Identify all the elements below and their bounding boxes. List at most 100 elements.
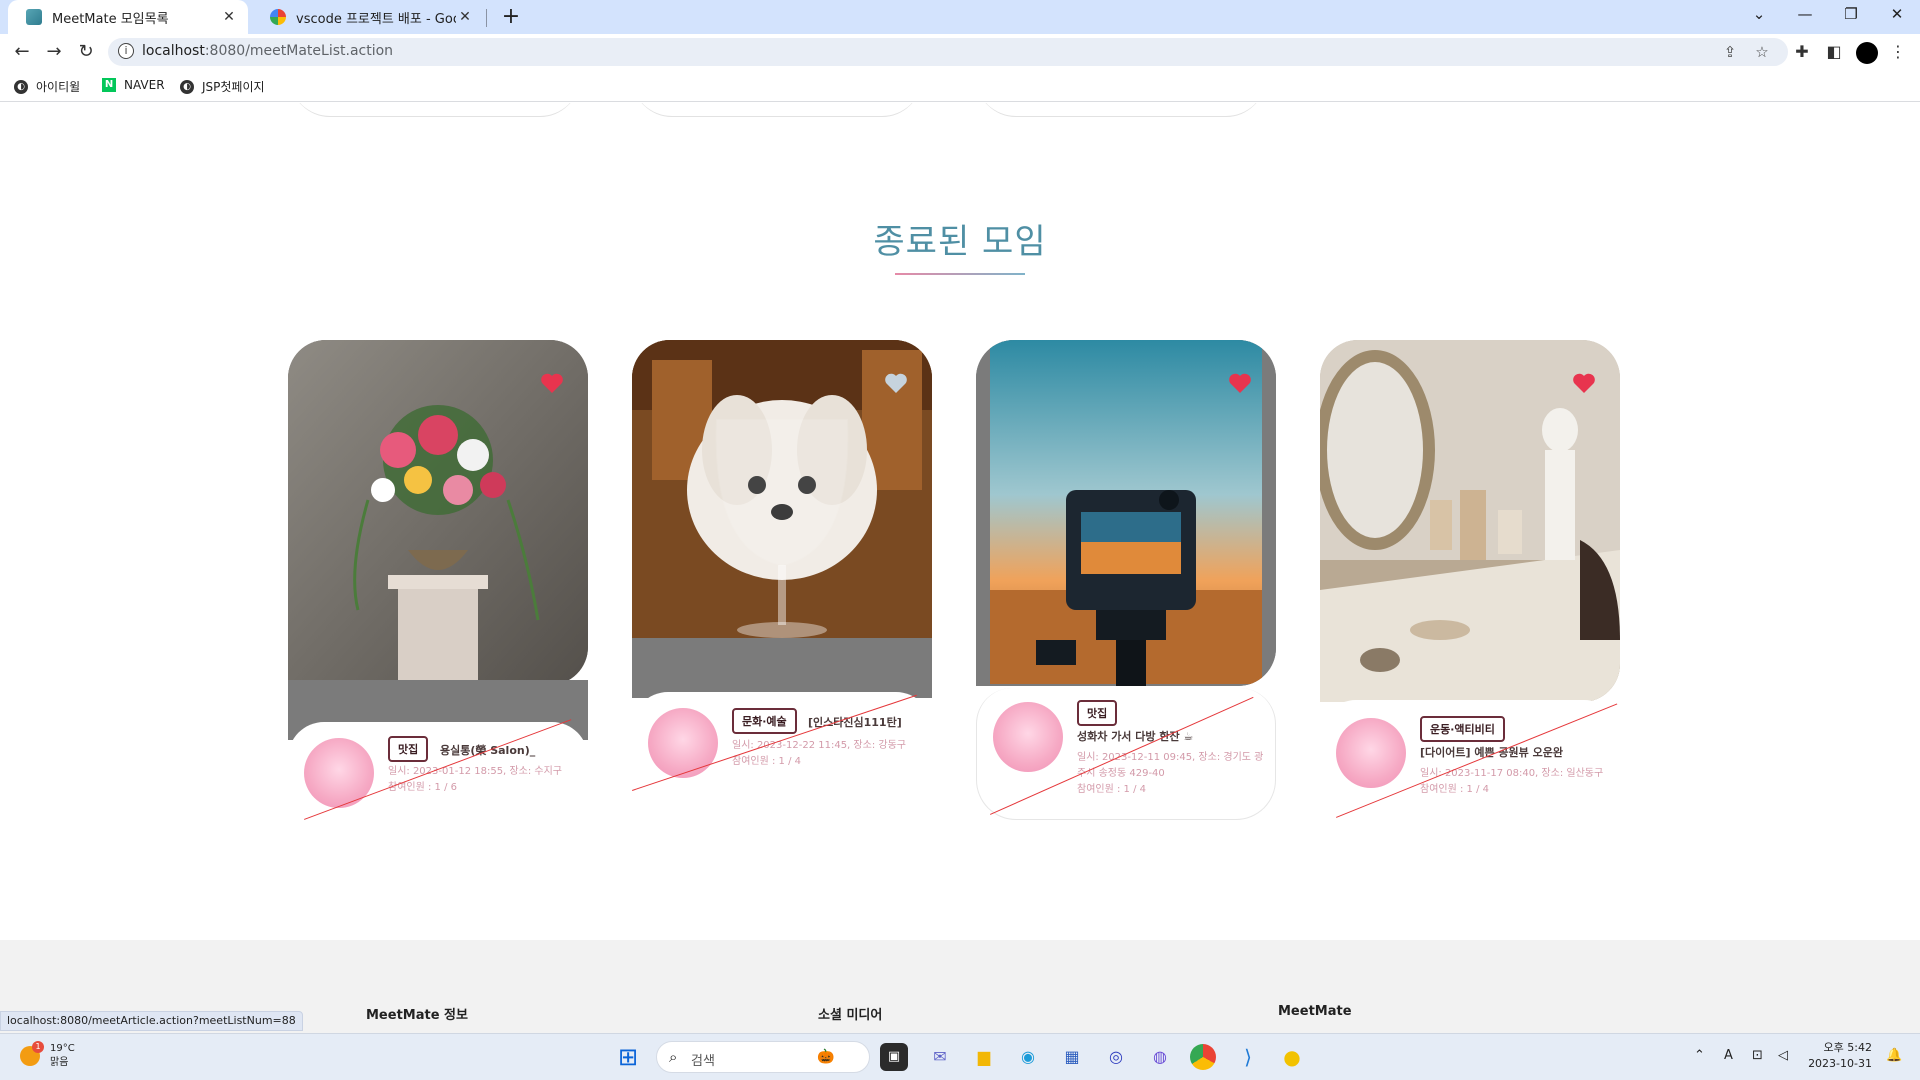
card-info: 맛집 용실통(榮 Salon)_ 일시: 2023-01-12 18:55, 장… [288,722,588,842]
meeting-place-continued: 주시 송정동 429-40 [1077,768,1165,779]
previous-card-edge [976,103,1266,117]
edge-icon[interactable]: ◉ [1014,1043,1042,1071]
favorite-heart-icon[interactable] [1572,372,1596,394]
search-placeholder: 검색 [691,1054,715,1069]
category-badge: 운동·액티비티 [1420,716,1505,742]
previous-card-edge [632,103,922,117]
globe-icon: ◐ [180,79,194,94]
share-icon[interactable]: ⇪ [1720,42,1740,62]
favorite-heart-icon[interactable] [1228,372,1252,394]
clock-time: 오후 5:42 [1823,1041,1872,1054]
copilot-app-icon[interactable]: ◎ [1102,1043,1130,1071]
forward-icon[interactable]: → [42,40,66,64]
notification-bell-icon[interactable]: 🔔 [1886,1048,1902,1063]
tab-meetmate[interactable]: MeetMate 모임목록 ✕ [8,0,248,34]
bookmark-itwill[interactable]: ◐ 아이티윌 [14,78,80,95]
site-info-icon[interactable]: i [118,43,134,59]
meeting-card[interactable]: 문화·예술 [인스타진심111탄] 일시: 2023-12-22 11:45, … [632,340,932,812]
close-window-icon[interactable]: ✕ [1874,0,1920,30]
windows-taskbar: 1 19°C 맑음 ⊞ ⌕ 검색 🎃 ▣ ✉ ▆ ◉ ▦ ◎ ◍ ⟩ ● ⌃ A… [0,1033,1920,1080]
extensions-icon[interactable]: ✚ [1790,40,1814,64]
meeting-card[interactable]: 맛집 성화차 가서 다방 한잔 ☕ 일시: 2023-12-11 09:45, … [976,340,1276,820]
start-windows-icon[interactable]: ⊞ [614,1043,642,1071]
favorite-heart-icon[interactable] [540,372,564,394]
input-language-indicator[interactable]: A [1724,1048,1733,1063]
tab-search-chevron-icon[interactable]: ⌄ [1736,0,1782,30]
close-tab-icon[interactable]: ✕ [456,9,474,25]
bookmark-label: 아이티윌 [36,80,81,94]
search-icon: ⌕ [669,1048,678,1066]
previous-card-edge [290,103,580,117]
meetmate-favicon-icon [26,9,42,25]
category-badge: 맛집 [1077,700,1118,726]
avatar [993,702,1063,772]
network-icon[interactable]: ⊡ [1752,1048,1763,1063]
meeting-participants: 참여인원 : 1 / 6 [388,782,457,793]
task-view-icon[interactable]: ▣ [880,1043,908,1071]
meeting-card[interactable]: 맛집 용실통(榮 Salon)_ 일시: 2023-01-12 18:55, 장… [288,340,588,842]
vscode-icon[interactable]: ⟩ [1234,1043,1262,1071]
weather-temp: 19°C [50,1043,75,1054]
taskbar-clock[interactable]: 오후 5:42 2023-10-31 [1806,1040,1872,1072]
store-icon[interactable]: ▦ [1058,1043,1086,1071]
card-band [632,638,932,698]
teams-chat-icon[interactable]: ✉ [926,1043,954,1071]
back-icon[interactable]: ← [10,40,34,64]
card-info: 운동·액티비티 [다이어트] 예쁜 공원뷰 오운완 일시: 2023-11-17… [1320,700,1620,820]
footer-heading-social: 소셜 미디어 [818,1008,883,1023]
search-highlight-icon: 🎃 [817,1049,835,1065]
side-panel-icon[interactable]: ◧ [1822,40,1846,64]
bookmark-label: JSP첫페이지 [202,80,265,94]
title-underline [895,273,1025,275]
file-explorer-icon[interactable]: ▆ [970,1043,998,1071]
tab-title: vscode 프로젝트 배포 - Google [296,11,456,27]
bookmark-star-icon[interactable]: ☆ [1752,42,1772,62]
meeting-datetime-place: 일시: 2023-11-17 08:40, 장소: 일산동구 [1420,768,1604,779]
volume-icon[interactable]: ◁ [1778,1048,1788,1063]
meeting-datetime-place: 일시: 2023-12-22 11:45, 장소: 강동구 [732,740,906,751]
restore-icon[interactable]: ❐ [1828,0,1874,30]
bookmark-naver[interactable]: N NAVER [102,78,165,92]
address-bar[interactable]: i localhost:8080/meetMateList.action ⇪ ☆ [108,38,1788,66]
minimize-icon[interactable]: — [1782,0,1828,30]
bookmark-jsp[interactable]: ◐ JSP첫페이지 [180,78,265,95]
bookmark-label: NAVER [124,78,165,92]
reload-icon[interactable]: ↻ [74,40,98,64]
weather-condition: 맑음 [50,1057,69,1068]
naver-icon: N [102,78,116,92]
meeting-meta: 일시: 2023-12-11 09:45, 장소: 경기도 광 주시 송정동 4… [1077,750,1263,798]
assistant-app-icon[interactable]: ◍ [1146,1043,1174,1071]
weather-badge: 1 [32,1041,44,1053]
footer-heading-info: MeetMate 정보 [366,1008,468,1023]
new-tab-icon[interactable]: + [498,4,524,30]
taskbar-search[interactable]: ⌕ 검색 🎃 [656,1041,870,1073]
browser-tab-bar: MeetMate 모임목록 ✕ vscode 프로젝트 배포 - Google … [0,0,1920,34]
footer-heading-brand: MeetMate [1278,1004,1352,1019]
meeting-participants: 참여인원 : 1 / 4 [1077,784,1146,795]
close-tab-icon[interactable]: ✕ [220,9,238,25]
meeting-card[interactable]: 운동·액티비티 [다이어트] 예쁜 공원뷰 오운완 일시: 2023-11-17… [1320,340,1620,820]
favorite-heart-icon[interactable] [884,372,908,394]
avatar [1336,718,1406,788]
address-url[interactable]: localhost:8080/meetMateList.action [142,43,393,59]
menu-kebab-icon[interactable]: ⋮ [1886,40,1910,64]
meeting-participants: 참여인원 : 1 / 4 [1420,784,1489,795]
section-title: 종료된 모임 [873,222,1047,262]
tray-chevron-up-icon[interactable]: ⌃ [1694,1048,1705,1063]
category-badge: 문화·예술 [732,708,797,734]
tab-google[interactable]: vscode 프로젝트 배포 - Google ✕ [252,0,484,34]
meeting-meta: 일시: 2023-01-12 18:55, 장소: 수지구 참여인원 : 1 /… [388,764,562,796]
meeting-photo [1320,340,1620,702]
meeting-title: [다이어트] 예쁜 공원뷰 오운완 [1420,746,1563,759]
meeting-participants: 참여인원 : 1 / 4 [732,756,801,767]
category-badge: 맛집 [388,736,429,762]
globe-icon: ◐ [14,79,28,94]
card-info: 문화·예술 [인스타진심111탄] 일시: 2023-12-22 11:45, … [632,692,932,812]
clock-date: 2023-10-31 [1808,1057,1872,1070]
tab-title: MeetMate 모임목록 [52,11,169,27]
weather-widget[interactable]: 19°C 맑음 [50,1042,75,1070]
link-status-bubble: localhost:8080/meetArticle.action?meetLi… [0,1011,303,1031]
sticky-notes-icon[interactable]: ● [1278,1043,1306,1071]
chrome-icon[interactable] [1190,1044,1216,1070]
profile-avatar[interactable] [1856,42,1878,64]
